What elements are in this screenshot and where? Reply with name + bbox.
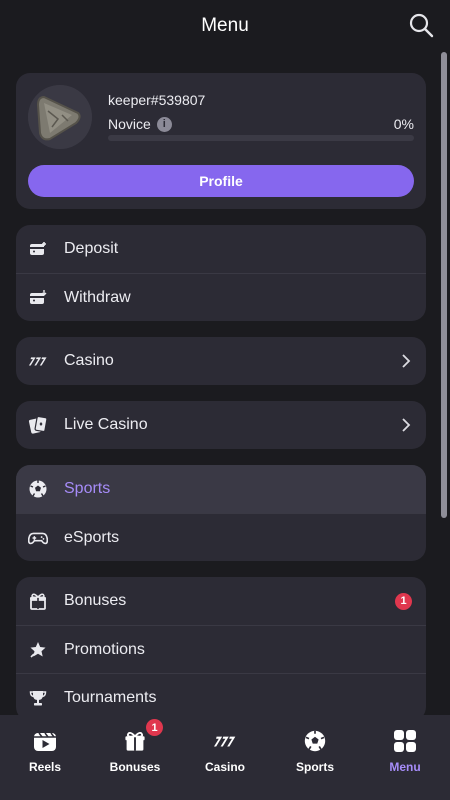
menu-item-casino[interactable]: Casino [16, 337, 426, 385]
star-icon [28, 640, 48, 660]
trophy-icon [28, 688, 48, 708]
level-row: Novice i [108, 116, 172, 132]
menu-groups: Deposit Withdraw Casino Live Casino Sports eS… [16, 225, 426, 721]
nav-casino[interactable]: Casino [180, 715, 270, 800]
menu-content: keeper#539807 Novice i 0% Profile Deposi… [16, 73, 426, 721]
profile-card: keeper#539807 Novice i 0% Profile [16, 73, 426, 209]
menu-item-esports[interactable]: eSports [16, 513, 426, 561]
menu-item-label: Withdraw [64, 288, 131, 306]
search-icon [409, 13, 434, 38]
wallet-deposit-icon [28, 239, 48, 259]
nav-menu[interactable]: Menu [360, 715, 450, 800]
profile-button[interactable]: Profile [28, 165, 414, 197]
nav-label: Reels [28, 760, 62, 774]
gamepad-icon [28, 528, 48, 548]
grid-icon [392, 728, 418, 754]
username: keeper#539807 [108, 92, 206, 108]
notification-badge: 1 [395, 592, 412, 610]
menu-group: Bonuses 1 Promotions Tournaments [16, 577, 426, 721]
menu-group: Sports eSports [16, 465, 426, 561]
menu-item-label: Bonuses [64, 592, 127, 609]
nav-label: Casino [204, 760, 245, 774]
menu-item-label: Casino [64, 352, 114, 369]
slot-777-icon [28, 351, 48, 371]
search-button[interactable] [408, 12, 434, 38]
nav-bonuses[interactable]: Bonuses 1 [90, 715, 180, 800]
menu-item-label: Promotions [64, 640, 145, 658]
level-progress-bar [108, 135, 414, 141]
nav-sports[interactable]: Sports [270, 715, 360, 800]
cards-icon [28, 415, 48, 435]
chevron-right-icon [400, 418, 412, 432]
notification-badge: 1 [146, 719, 163, 736]
nav-label: Bonuses [109, 760, 161, 774]
menu-group: Deposit Withdraw [16, 225, 426, 321]
gift-icon [122, 728, 148, 754]
menu-item-label: Sports [64, 480, 111, 497]
soccer-ball-icon [28, 479, 48, 499]
page-title: Menu [201, 15, 249, 36]
menu-item-promotions[interactable]: Promotions [16, 625, 426, 673]
menu-item-label: Tournaments [64, 688, 157, 706]
info-icon[interactable]: i [156, 116, 172, 132]
nav-reels[interactable]: Reels [0, 715, 90, 800]
nav-label: Menu [389, 760, 421, 774]
play-clapper-icon [32, 728, 58, 754]
menu-item-live-casino[interactable]: Live Casino [16, 401, 426, 449]
menu-item-deposit[interactable]: Deposit [16, 225, 426, 273]
menu-item-label: Live Casino [64, 416, 148, 433]
menu-item-label: eSports [64, 528, 120, 546]
menu-group: Live Casino [16, 401, 426, 449]
slot-777-icon [212, 728, 238, 754]
menu-group: Casino [16, 337, 426, 385]
menu-item-withdraw[interactable]: Withdraw [16, 273, 426, 321]
level-label: Novice [108, 116, 151, 132]
avatar[interactable] [28, 85, 92, 149]
menu-item-sports[interactable]: Sports [16, 465, 426, 513]
wallet-withdraw-icon [28, 288, 48, 308]
menu-item-bonuses[interactable]: Bonuses 1 [16, 577, 426, 625]
nav-label: Sports [295, 760, 334, 774]
soccer-ball-icon [302, 728, 328, 754]
progress-percent: 0% [393, 116, 414, 132]
menu-item-tournaments[interactable]: Tournaments [16, 673, 426, 721]
chevron-right-icon [400, 354, 412, 368]
gift-icon [28, 591, 48, 611]
scrollbar[interactable] [441, 52, 447, 518]
bottom-nav: Reels Bonuses 1 Casino Sports Menu [0, 715, 450, 800]
menu-item-label: Deposit [64, 240, 119, 257]
header: Menu [0, 0, 450, 52]
